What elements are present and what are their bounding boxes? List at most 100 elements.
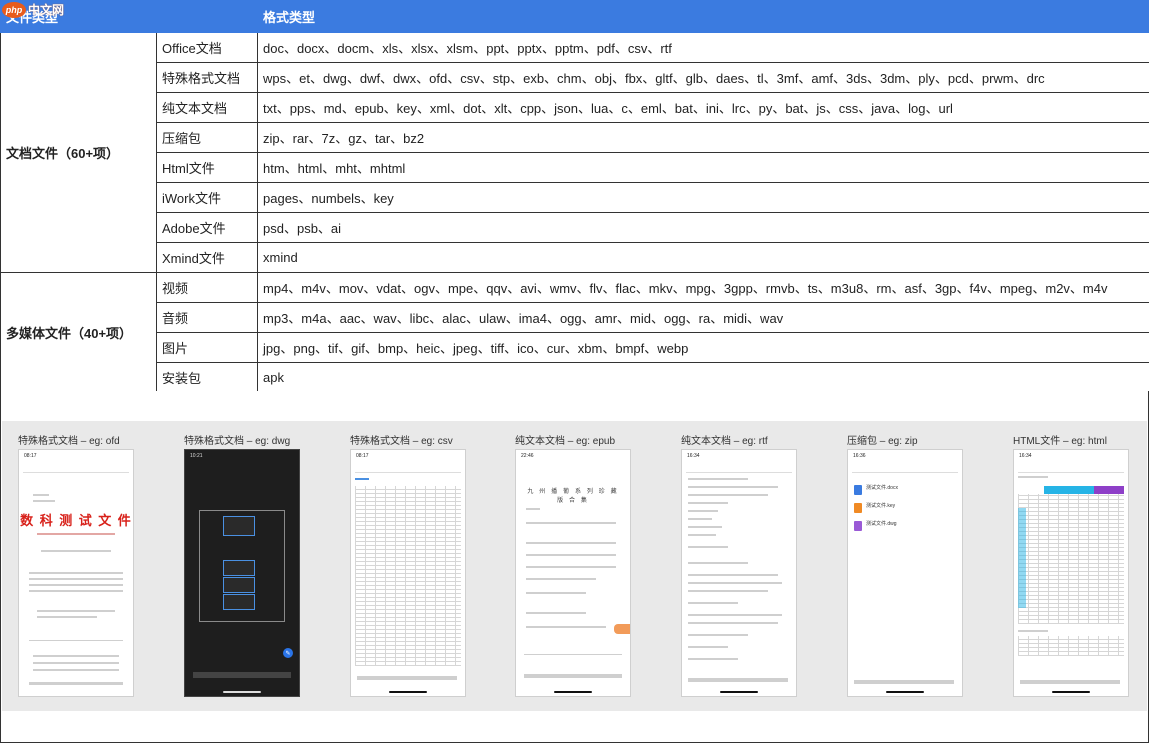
row-label: Office文档: [155, 32, 259, 63]
toolbar: [1020, 680, 1120, 684]
file-format-table: 文件类型 格式类型 文档文件（60+项） Office文档 doc、docx、d…: [0, 0, 1149, 393]
row-formats: apk: [257, 362, 1149, 393]
home-indicator: [886, 691, 924, 693]
table-row: 文档文件（60+项） Office文档 doc、docx、docm、xls、xl…: [0, 32, 1149, 273]
table-header-row: 文件类型 格式类型: [0, 0, 1149, 33]
row-label: iWork文件: [155, 182, 259, 213]
php-logo-icon: php: [2, 1, 26, 18]
edit-fab-icon: ✎: [283, 648, 293, 658]
row-formats: xmind: [257, 242, 1149, 273]
table-side-column: [1018, 508, 1026, 608]
row-label: 音频: [155, 302, 259, 333]
text-line: [688, 518, 712, 520]
table-row: 图片 jpg、png、tif、gif、bmp、heic、jpeg、tiff、ic…: [1, 332, 1149, 363]
table-row: 特殊格式文档 wps、et、dwg、dwf、dwx、ofd、csv、stp、ex…: [1, 62, 1149, 93]
html-table-grid: [1018, 636, 1124, 656]
text-line: [29, 572, 123, 574]
zip-file-item[interactable]: 测试文件.docx: [854, 484, 954, 496]
table-row: 安装包 apk: [1, 362, 1149, 393]
row-label: 图片: [155, 332, 259, 363]
home-indicator: [389, 691, 427, 693]
status-time: 08:17: [356, 453, 369, 459]
text-line: [526, 612, 586, 614]
text-line: [688, 646, 728, 648]
text-line: [526, 626, 606, 628]
shot-label-rtf: 纯文本文档 – eg: rtf: [681, 436, 768, 447]
text-line: [688, 590, 768, 592]
text-line: [688, 510, 718, 512]
text-line: [526, 542, 616, 544]
text-line: [688, 634, 748, 636]
shot-label-csv: 特殊格式文档 – eg: csv: [350, 436, 453, 447]
preview-screenshots-panel: 特殊格式文档 – eg: ofd 特殊格式文档 – eg: dwg 特殊格式文档…: [0, 391, 1149, 743]
row-formats: zip、rar、7z、gz、tar、bz2: [257, 122, 1149, 153]
phone-zip-preview: 16:36 测试文件.docx 测试文件.key 测试文件.dwg: [847, 449, 963, 697]
row-formats: doc、docx、docm、xls、xlsx、xlsm、ppt、pptx、ppt…: [257, 32, 1149, 63]
group-documents: 文档文件（60+项）: [0, 32, 157, 273]
text-line: [688, 658, 738, 660]
row-formats: wps、et、dwg、dwf、dwx、ofd、csv、stp、exb、chm、o…: [257, 62, 1149, 93]
sheet-tab: [355, 478, 369, 480]
docx-file-icon: [854, 485, 862, 495]
row-formats: pages、numbels、key: [257, 182, 1149, 213]
cad-part: [223, 560, 255, 576]
text-line: [688, 614, 782, 616]
table-row: Html文件 htm、html、mht、mhtml: [1, 152, 1149, 183]
toolbar: [854, 680, 954, 684]
row-label: 特殊格式文档: [155, 62, 259, 93]
red-rule: [37, 533, 115, 535]
toolbar: [29, 682, 123, 685]
home-indicator: [1052, 691, 1090, 693]
toolbar: [688, 678, 788, 682]
text-line: [688, 478, 748, 480]
text-line: [688, 494, 768, 496]
header-format-type: 格式类型: [257, 0, 1149, 33]
text-line: [688, 486, 778, 488]
shot-label-html: HTML文件 – eg: html: [1013, 436, 1107, 447]
zip-file-item[interactable]: 测试文件.dwg: [854, 520, 954, 532]
zip-file-item[interactable]: 测试文件.key: [854, 502, 954, 514]
zip-file-name: 测试文件.dwg: [866, 521, 897, 527]
status-time: 16:36: [853, 453, 866, 459]
table-row: Adobe文件 psd、psb、ai: [1, 212, 1149, 243]
home-indicator: [223, 691, 261, 693]
text-line: [688, 502, 728, 504]
divider: [852, 472, 958, 473]
row-label: Html文件: [155, 152, 259, 183]
divider: [23, 472, 129, 473]
divider: [29, 640, 123, 641]
text-line: [526, 522, 616, 524]
toc-line: [33, 655, 119, 657]
progress-track: [524, 654, 622, 655]
row-formats: htm、html、mht、mhtml: [257, 152, 1149, 183]
html-table-grid: [1018, 494, 1124, 624]
key-file-icon: [854, 503, 862, 513]
text-line: [688, 546, 728, 548]
toc-line: [33, 662, 119, 664]
text-line: [1018, 476, 1048, 478]
text-line: [1018, 630, 1048, 632]
home-indicator: [554, 691, 592, 693]
csv-grid: [355, 486, 461, 666]
row-formats: txt、pps、md、epub、key、xml、dot、xlt、cpp、json…: [257, 92, 1149, 123]
status-time: 16:34: [1019, 453, 1032, 459]
status-time: 10:21: [190, 453, 203, 459]
row-label: 纯文本文档: [155, 92, 259, 123]
shot-label-zip: 压缩包 – eg: zip: [847, 436, 918, 447]
dwg-file-icon: [854, 521, 862, 531]
cad-part: [223, 594, 255, 610]
text-line: [33, 494, 49, 496]
cad-part: [223, 577, 255, 593]
epub-title: 九 州 播 葡 系 列 珍 藏 版 合 集: [527, 488, 619, 504]
divider: [1018, 472, 1124, 473]
toolbar: [193, 672, 291, 678]
shot-label-ofd: 特殊格式文档 – eg: ofd: [18, 436, 120, 447]
phone-dwg-preview: 10:21 ✎: [184, 449, 300, 697]
text-line: [37, 616, 97, 618]
text-line: [688, 582, 782, 584]
table-row: 压缩包 zip、rar、7z、gz、tar、bz2: [1, 122, 1149, 153]
row-formats: psd、psb、ai: [257, 212, 1149, 243]
table-header-blue: [1044, 486, 1094, 494]
table-header-purple: [1094, 486, 1124, 494]
toolbar: [524, 674, 622, 678]
